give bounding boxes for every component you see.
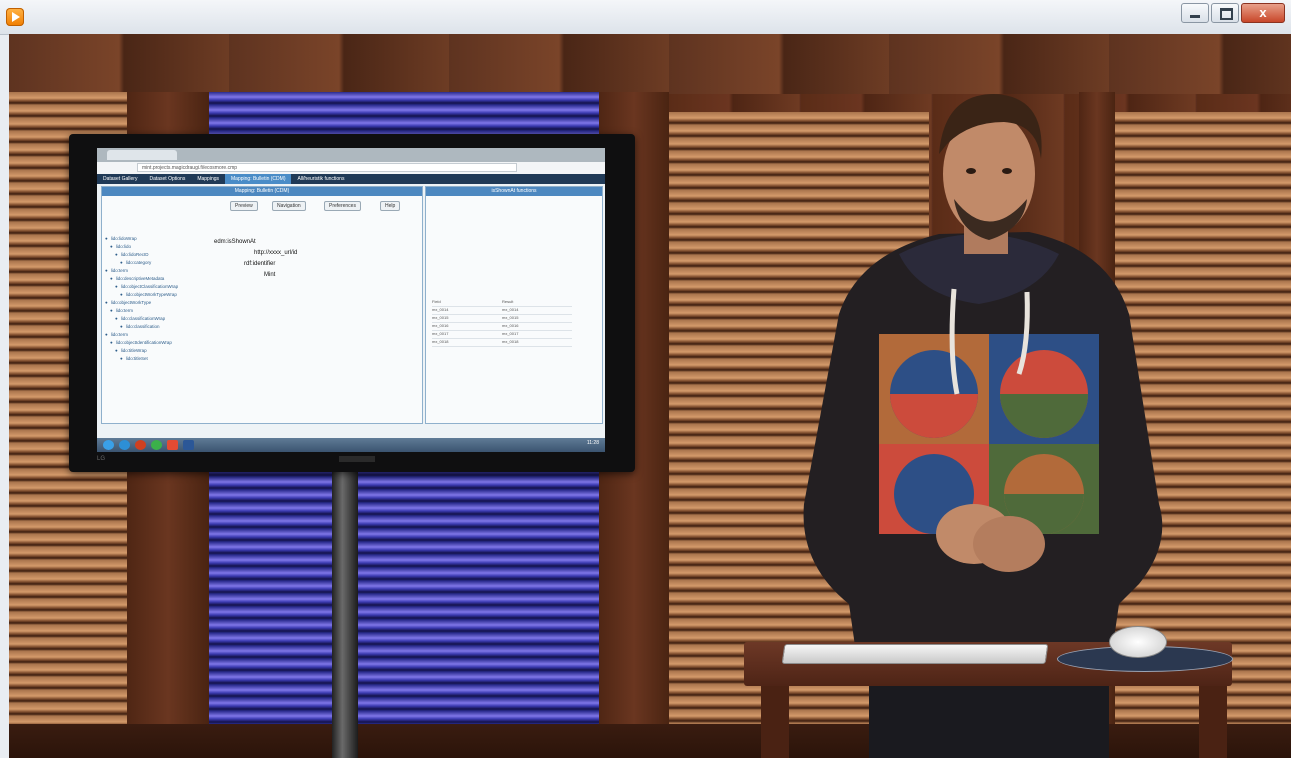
functions-panel: isShownAt functions Field Result mx_0014… (425, 186, 603, 424)
desk-leg (1199, 686, 1227, 758)
table-cell: mx_0017 (502, 331, 519, 336)
tv-brand-text: LG (97, 456, 106, 462)
tree-item: lido:category (105, 259, 205, 267)
menu-item-active: Mapping: Bulletin (CDM) (225, 174, 292, 184)
mapping-node: Mint (264, 272, 276, 278)
tree-item: lido:titleWrap (105, 347, 205, 355)
tree-item: lido:classificationWrap (105, 315, 205, 323)
desk-leg (761, 686, 789, 758)
os-taskbar: 11:28 (97, 438, 605, 452)
tree-item: lido:lidoWrap (105, 235, 205, 243)
close-button[interactable]: x (1241, 3, 1285, 23)
tree-item: lido:descriptiveMetadata (105, 275, 205, 283)
menu-item: All/heuristik functions (297, 176, 345, 182)
table-cell: mx_0016 (502, 323, 519, 328)
tree-item: lido:objectIdentificationWrap (105, 339, 205, 347)
close-icon: x (1259, 5, 1267, 20)
menu-item: Dataset Gallery (103, 176, 138, 182)
functions-table: Field Result mx_0014 mx_0014 mx_0015 mx_001… (432, 299, 572, 347)
mapping-node: edm:isShownAt (214, 239, 256, 245)
browser-tab (107, 150, 177, 160)
minimize-icon (1190, 15, 1200, 18)
tree-item: lido:term (105, 331, 205, 339)
table-row: mx_0016 mx_0016 (432, 323, 572, 331)
tree-item: lido:titleSet (105, 355, 205, 363)
table-cell: mx_0018 (432, 339, 449, 344)
browser-addressbar: mint.projects.magicdraugi.fi/ecosmore.cm… (97, 162, 605, 174)
table-cell: mx_0015 (502, 315, 519, 320)
table-cell: mx_0014 (502, 307, 519, 312)
navigation-button: Navigation (272, 201, 306, 211)
taskbar-clock: 11:28 (586, 440, 599, 446)
tv-display: mint.projects.magicdraugi.fi/ecosmore.cm… (69, 134, 635, 472)
tv-screen: mint.projects.magicdraugi.fi/ecosmore.cm… (97, 148, 605, 452)
media-player-icon[interactable] (6, 8, 24, 26)
table-row: mx_0017 mx_0017 (432, 331, 572, 339)
table-cell: mx_0015 (432, 315, 449, 320)
table-row: mx_0014 mx_0014 (432, 307, 572, 315)
table-row: mx_0018 mx_0018 (432, 339, 572, 347)
element-tree: lido:lidoWraplido:lidolido:lidoRecIDlido… (105, 235, 205, 415)
menu-item: Mappings (197, 176, 220, 182)
mapping-canvas: edm:isShownAt http://xxxx_url/id rdf:ide… (214, 237, 414, 357)
table-cell: mx_0017 (432, 331, 449, 336)
computer-mouse (1109, 626, 1167, 658)
word-icon (183, 440, 194, 450)
window-blinds-blue (209, 464, 599, 724)
keyboard (781, 644, 1049, 664)
mapping-node: rdf:identifier (244, 261, 276, 267)
minimize-button[interactable] (1181, 3, 1209, 23)
tv-stand (332, 472, 358, 758)
preferences-button: Preferences (324, 201, 361, 211)
window-titlebar: x (0, 0, 1291, 35)
hoodie-print (879, 334, 1099, 534)
functions-panel-title: isShownAt functions (426, 187, 602, 196)
column-header: Field (432, 299, 441, 304)
tree-item: lido:term (105, 307, 205, 315)
menu-item: Dataset Options (149, 176, 186, 182)
browser-url: mint.projects.magicdraugi.fi/ecosmore.cm… (137, 163, 517, 172)
tree-item: lido:objectClassificationWrap (105, 283, 205, 291)
tree-item: lido:classification (105, 323, 205, 331)
table-cell: mx_0014 (432, 307, 449, 312)
tree-item: lido:lidoRecID (105, 251, 205, 259)
browser-tabbar (97, 148, 605, 162)
tree-item: lido:lido (105, 243, 205, 251)
chrome-icon (151, 440, 162, 450)
ie-icon (119, 440, 130, 450)
tv-logo (339, 456, 375, 462)
maximize-icon (1220, 8, 1233, 20)
table-cell: mx_0016 (432, 323, 449, 328)
app-menubar: Dataset Gallery Dataset Options Mappings… (97, 174, 605, 184)
table-row: mx_0015 mx_0015 (432, 315, 572, 323)
preview-button: Preview (230, 201, 258, 211)
window-controls: x (1179, 3, 1285, 23)
editor-title: Mapping: Bulletin (CDM) (102, 187, 422, 196)
tree-item: lido:objectWorkTypeWrap (105, 291, 205, 299)
video-frame[interactable]: mint.projects.magicdraugi.fi/ecosmore.cm… (9, 34, 1291, 758)
maximize-button[interactable] (1211, 3, 1239, 23)
app-icon (167, 440, 178, 450)
firefox-icon (135, 440, 146, 450)
tree-item: lido:term (105, 267, 205, 275)
tree-item: lido:objectWorkType (105, 299, 205, 307)
table-header: Field Result (432, 299, 572, 307)
table-cell: mx_0018 (502, 339, 519, 344)
help-button: Help (380, 201, 401, 211)
column-header: Result (502, 299, 514, 304)
mapping-node: http://xxxx_url/id (254, 250, 298, 256)
mapping-editor: Mapping: Bulletin (CDM) Preview Navigati… (101, 186, 423, 424)
start-icon (103, 440, 114, 450)
